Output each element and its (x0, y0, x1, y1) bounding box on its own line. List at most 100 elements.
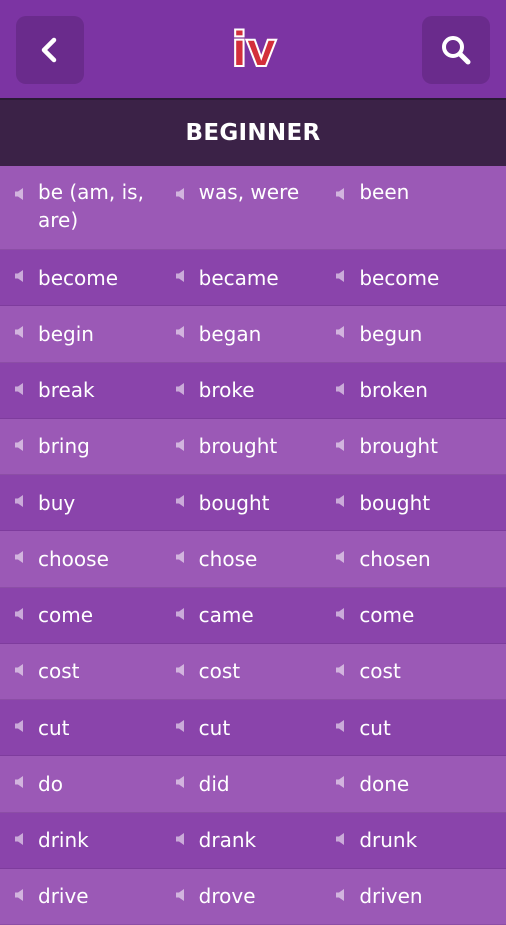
verb-form-participle[interactable]: cost (321, 657, 482, 685)
verb-form-past[interactable]: broke (161, 376, 322, 404)
speaker-icon[interactable] (14, 606, 26, 625)
verb-form-participle[interactable]: begun (321, 320, 482, 348)
speaker-icon[interactable] (335, 774, 347, 793)
verb-form-past[interactable]: began (161, 320, 322, 348)
speaker-icon[interactable] (335, 718, 347, 737)
verb-word: choose (38, 546, 109, 571)
speaker-icon[interactable] (14, 324, 26, 343)
speaker-icon[interactable] (175, 186, 187, 205)
verb-form-past[interactable]: brought (161, 432, 322, 460)
verb-word: been (359, 180, 410, 204)
speaker-icon[interactable] (14, 549, 26, 568)
verb-form-base[interactable]: do (0, 770, 161, 798)
speaker-icon[interactable] (335, 549, 347, 568)
speaker-icon[interactable] (335, 437, 347, 456)
speaker-icon[interactable] (175, 268, 187, 287)
speaker-icon[interactable] (175, 774, 187, 793)
verb-form-base[interactable]: drive (0, 882, 161, 910)
speaker-icon[interactable] (335, 186, 347, 205)
verb-form-participle[interactable]: chosen (321, 545, 482, 573)
speaker-icon[interactable] (175, 887, 187, 906)
speaker-icon[interactable] (335, 887, 347, 906)
speaker-icon[interactable] (175, 718, 187, 737)
verb-form-past[interactable]: chose (161, 545, 322, 573)
verb-row: buy bought bought (0, 475, 506, 532)
level-title-bar: BEGINNER (0, 100, 506, 166)
verb-form-base[interactable]: break (0, 376, 161, 404)
speaker-icon[interactable] (175, 381, 187, 400)
verb-form-participle[interactable]: drunk (321, 826, 482, 854)
verb-word: cost (38, 659, 80, 684)
verb-form-participle[interactable]: come (321, 601, 482, 629)
verb-form-base[interactable]: drink (0, 826, 161, 854)
verb-form-base[interactable]: buy (0, 489, 161, 517)
speaker-icon[interactable] (14, 774, 26, 793)
speaker-icon[interactable] (175, 493, 187, 512)
search-button[interactable] (422, 16, 490, 84)
verb-word: came (198, 603, 254, 628)
verb-row: bring brought brought (0, 418, 506, 475)
speaker-icon[interactable] (14, 718, 26, 737)
verb-form-base[interactable]: be (am, is, are) (0, 178, 161, 234)
verb-form-participle[interactable]: bought (321, 489, 482, 517)
verb-row: cost cost cost (0, 643, 506, 700)
verb-word: cut (198, 715, 231, 740)
verb-form-participle[interactable]: done (321, 770, 482, 798)
speaker-icon[interactable] (335, 493, 347, 512)
speaker-icon[interactable] (335, 662, 347, 681)
verb-form-participle[interactable]: been (321, 178, 482, 206)
speaker-icon[interactable] (335, 381, 347, 400)
speaker-icon[interactable] (175, 662, 187, 681)
verb-form-past[interactable]: cut (161, 714, 322, 742)
speaker-icon[interactable] (175, 324, 187, 343)
verb-list: be (am, is, are) was, were been become becam… (0, 166, 506, 925)
verb-word: break (38, 378, 95, 403)
speaker-icon[interactable] (175, 549, 187, 568)
speaker-icon[interactable] (335, 324, 347, 343)
verb-form-base[interactable]: become (0, 264, 161, 292)
speaker-icon[interactable] (14, 831, 26, 850)
verb-form-past[interactable]: was, were (161, 178, 322, 206)
verb-form-participle[interactable]: cut (321, 714, 482, 742)
speaker-icon[interactable] (175, 606, 187, 625)
app-logo: iv (218, 20, 288, 80)
verb-form-past[interactable]: did (161, 770, 322, 798)
verb-form-past[interactable]: drove (161, 882, 322, 910)
verb-form-base[interactable]: bring (0, 432, 161, 460)
speaker-icon[interactable] (14, 887, 26, 906)
speaker-icon[interactable] (14, 493, 26, 512)
verb-form-past[interactable]: drank (161, 826, 322, 854)
verb-form-base[interactable]: cost (0, 657, 161, 685)
verb-form-past[interactable]: became (161, 264, 322, 292)
verb-form-past[interactable]: bought (161, 489, 322, 517)
verb-form-base[interactable]: come (0, 601, 161, 629)
speaker-icon[interactable] (14, 268, 26, 287)
verb-form-participle[interactable]: driven (321, 882, 482, 910)
verb-form-participle[interactable]: become (321, 264, 482, 292)
verb-row: break broke broken (0, 362, 506, 419)
speaker-icon[interactable] (175, 437, 187, 456)
speaker-icon[interactable] (335, 831, 347, 850)
verb-form-base[interactable]: cut (0, 714, 161, 742)
speaker-icon[interactable] (175, 831, 187, 850)
verb-word: bought (359, 490, 431, 515)
speaker-icon[interactable] (335, 606, 347, 625)
search-icon (442, 36, 471, 65)
verb-word: drive (38, 884, 89, 909)
speaker-icon[interactable] (14, 662, 26, 681)
verb-row: drink drank drunk (0, 812, 506, 869)
speaker-icon[interactable] (335, 268, 347, 287)
verb-word: bought (198, 490, 270, 515)
verb-form-past[interactable]: cost (161, 657, 322, 685)
verb-word: drink (38, 828, 89, 853)
verb-form-base[interactable]: choose (0, 545, 161, 573)
speaker-icon[interactable] (14, 186, 26, 205)
speaker-icon[interactable] (14, 381, 26, 400)
verb-form-participle[interactable]: brought (321, 432, 482, 460)
verb-form-past[interactable]: came (161, 601, 322, 629)
speaker-icon[interactable] (14, 437, 26, 456)
verb-form-participle[interactable]: broken (321, 376, 482, 404)
verb-row: choose chose chosen (0, 531, 506, 588)
back-button[interactable] (16, 16, 84, 84)
verb-form-base[interactable]: begin (0, 320, 161, 348)
